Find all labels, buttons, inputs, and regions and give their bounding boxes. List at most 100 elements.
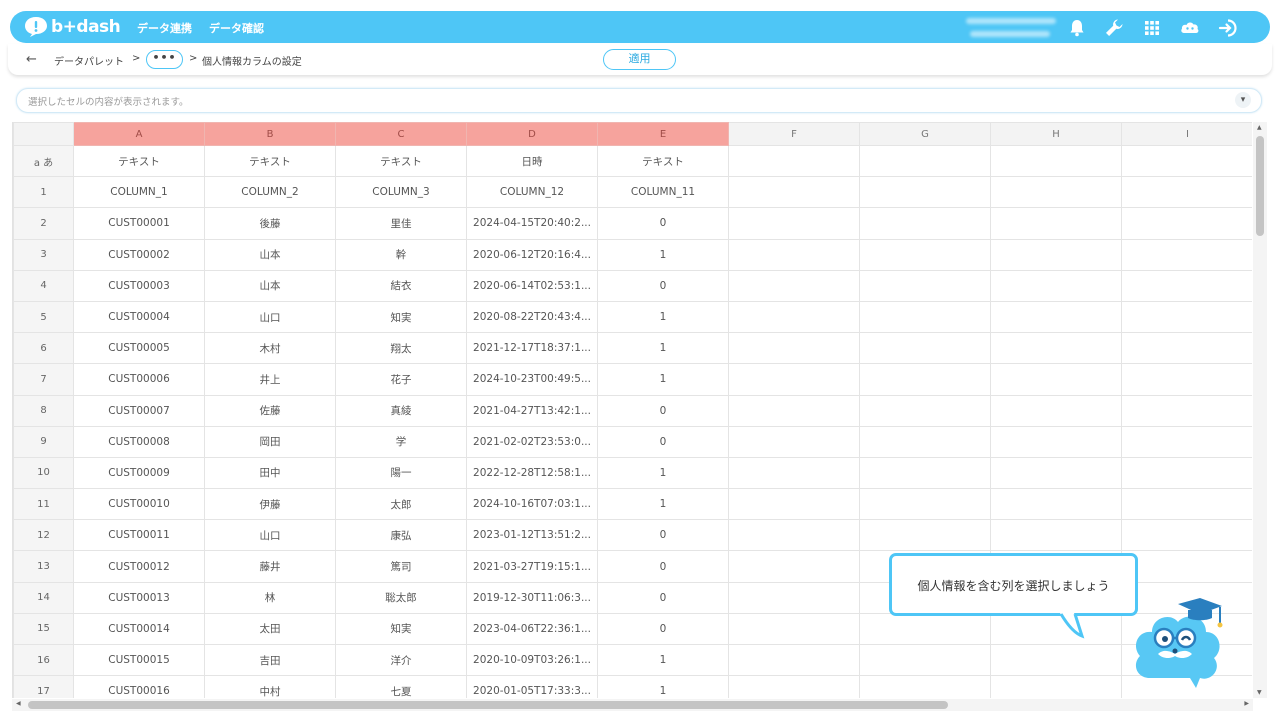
table-cell[interactable]: 知実 <box>335 300 467 334</box>
table-cell[interactable]: 岡田 <box>204 425 336 458</box>
row-number[interactable]: 16 <box>13 643 74 677</box>
table-cell[interactable] <box>728 612 860 646</box>
table-cell[interactable] <box>728 207 860 240</box>
table-cell[interactable] <box>728 332 860 365</box>
table-cell[interactable]: 田中 <box>204 456 336 490</box>
table-cell[interactable] <box>728 363 860 396</box>
table-cell[interactable]: 2023-01-12T13:51:2... <box>466 519 598 552</box>
table-cell[interactable]: 0 <box>597 394 729 427</box>
user-cloud-icon[interactable] <box>1179 17 1201 39</box>
table-cell[interactable]: CUST00001 <box>73 207 205 240</box>
table-cell[interactable]: 2022-12-28T12:58:1... <box>466 456 598 490</box>
table-cell[interactable] <box>1121 519 1252 552</box>
table-cell[interactable] <box>728 675 860 698</box>
table-cell[interactable]: 木村 <box>204 332 336 365</box>
table-cell[interactable] <box>990 643 1122 677</box>
column-header-a[interactable]: A <box>73 122 205 146</box>
table-cell[interactable]: 2021-03-27T19:15:1... <box>466 550 598 583</box>
type-cell[interactable]: テキスト <box>335 144 467 178</box>
row-number[interactable]: 12 <box>13 519 74 552</box>
apply-button[interactable]: 適用 <box>603 49 676 70</box>
header-cell[interactable]: COLUMN_2 <box>204 176 336 209</box>
table-cell[interactable] <box>728 238 860 271</box>
column-header-h[interactable]: H <box>990 122 1122 146</box>
scroll-up-icon[interactable]: ▲ <box>1257 124 1262 131</box>
table-cell[interactable] <box>859 269 991 302</box>
table-cell[interactable] <box>859 488 991 521</box>
horizontal-scrollbar[interactable]: ◀ ▶ <box>12 699 1253 711</box>
table-cell[interactable]: 佐藤 <box>204 394 336 427</box>
table-cell[interactable]: 1 <box>597 363 729 396</box>
table-cell[interactable]: CUST00016 <box>73 675 205 698</box>
table-cell[interactable]: 0 <box>597 269 729 302</box>
type-cell[interactable] <box>990 144 1122 178</box>
table-cell[interactable] <box>859 612 991 646</box>
table-cell[interactable]: 2023-04-06T22:36:1... <box>466 612 598 646</box>
table-cell[interactable]: CUST00012 <box>73 550 205 583</box>
table-cell[interactable]: 0 <box>597 612 729 646</box>
table-cell[interactable]: 0 <box>597 425 729 458</box>
table-cell[interactable]: 真綾 <box>335 394 467 427</box>
table-cell[interactable]: 1 <box>597 488 729 521</box>
table-cell[interactable]: 山本 <box>204 238 336 271</box>
table-cell[interactable]: 篤司 <box>335 550 467 583</box>
table-cell[interactable]: CUST00011 <box>73 519 205 552</box>
table-cell[interactable]: 2019-12-30T11:06:3... <box>466 581 598 614</box>
table-cell[interactable]: CUST00004 <box>73 300 205 334</box>
scroll-left-icon[interactable]: ◀ <box>16 700 21 707</box>
row-number[interactable]: 13 <box>13 550 74 583</box>
row-number[interactable]: 14 <box>13 581 74 614</box>
table-cell[interactable] <box>859 456 991 490</box>
table-cell[interactable]: CUST00003 <box>73 269 205 302</box>
row-number[interactable]: 6 <box>13 332 74 365</box>
table-cell[interactable]: 1 <box>597 675 729 698</box>
table-cell[interactable] <box>859 643 991 677</box>
app-logo[interactable]: b+dash <box>24 15 121 39</box>
header-cell[interactable]: COLUMN_3 <box>335 176 467 209</box>
table-cell[interactable] <box>990 425 1122 458</box>
type-cell[interactable]: 日時 <box>466 144 598 178</box>
table-cell[interactable]: 1 <box>597 643 729 677</box>
scroll-right-icon[interactable]: ▶ <box>1244 700 1249 707</box>
table-cell[interactable]: CUST00007 <box>73 394 205 427</box>
table-cell[interactable] <box>1121 332 1252 365</box>
row-number[interactable]: 7 <box>13 363 74 396</box>
table-cell[interactable]: 聡太郎 <box>335 581 467 614</box>
header-cell[interactable]: COLUMN_1 <box>73 176 205 209</box>
table-cell[interactable]: 洋介 <box>335 643 467 677</box>
table-cell[interactable] <box>1121 363 1252 396</box>
type-cell[interactable] <box>1121 144 1252 178</box>
table-cell[interactable]: 吉田 <box>204 643 336 677</box>
table-cell[interactable] <box>859 332 991 365</box>
row-number[interactable]: 17 <box>13 675 74 698</box>
nav-data-check[interactable]: データ確認 <box>209 20 264 36</box>
table-cell[interactable]: 里佳 <box>335 207 467 240</box>
header-cell[interactable]: COLUMN_12 <box>466 176 598 209</box>
table-cell[interactable] <box>1121 207 1252 240</box>
table-cell[interactable]: 藤井 <box>204 550 336 583</box>
table-cell[interactable]: 林 <box>204 581 336 614</box>
table-cell[interactable]: 翔太 <box>335 332 467 365</box>
table-cell[interactable]: 山本 <box>204 269 336 302</box>
table-cell[interactable]: 康弘 <box>335 519 467 552</box>
table-cell[interactable]: 太郎 <box>335 488 467 521</box>
table-cell[interactable]: 知実 <box>335 612 467 646</box>
table-cell[interactable] <box>728 519 860 552</box>
table-cell[interactable] <box>859 238 991 271</box>
table-cell[interactable] <box>728 581 860 614</box>
table-cell[interactable] <box>1121 456 1252 490</box>
table-cell[interactable]: 井上 <box>204 363 336 396</box>
table-cell[interactable]: 太田 <box>204 612 336 646</box>
row-number[interactable]: 9 <box>13 425 74 458</box>
row-number[interactable]: 5 <box>13 300 74 334</box>
header-cell[interactable]: COLUMN_11 <box>597 176 729 209</box>
scroll-down-icon[interactable]: ▼ <box>1257 689 1262 696</box>
type-cell[interactable]: テキスト <box>204 144 336 178</box>
table-cell[interactable] <box>1121 488 1252 521</box>
table-cell[interactable]: 2020-06-12T20:16:4... <box>466 238 598 271</box>
column-header-c[interactable]: C <box>335 122 467 146</box>
table-cell[interactable] <box>990 269 1122 302</box>
table-cell[interactable]: CUST00013 <box>73 581 205 614</box>
column-header-e[interactable]: E <box>597 122 729 146</box>
column-header-b[interactable]: B <box>204 122 336 146</box>
